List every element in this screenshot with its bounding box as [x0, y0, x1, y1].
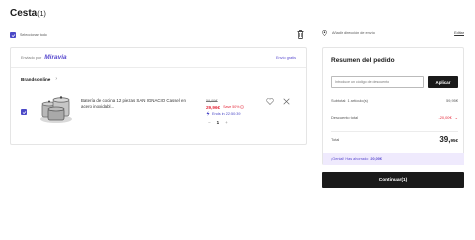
savings-banner-label: ¡Genial! Has ahorrado	[331, 157, 369, 161]
decrease-button[interactable]: −	[208, 120, 211, 125]
location-pin-icon	[322, 30, 327, 36]
add-address-label[interactable]: Añadir dirección de envío	[332, 31, 375, 35]
savings-banner-value: 20,00€	[370, 157, 382, 161]
check-icon	[22, 110, 26, 114]
discount-label: Descuento total	[331, 115, 359, 120]
savings-banner: ¡Genial! Has ahorrado 20,00€	[323, 153, 464, 165]
continue-button[interactable]: Continuar(1)	[322, 172, 464, 188]
trash-icon[interactable]	[297, 30, 304, 39]
savings-label: Save 50%	[223, 105, 240, 109]
seller-header: Enviado por Miravia Envío gratis	[11, 48, 306, 68]
original-price: 59,95€	[206, 99, 218, 103]
sent-by-label: Enviado por	[21, 55, 42, 60]
cart-count: (1)	[37, 11, 46, 18]
select-all-checkbox[interactable]	[10, 32, 16, 38]
store-link[interactable]: Brandsonline ›	[21, 76, 57, 82]
current-price: 29,96€	[206, 104, 221, 110]
product-name[interactable]: Batería de cocina 12 piezas SAN IGNACIO …	[81, 98, 197, 110]
free-shipping-label: Envío gratis	[275, 55, 296, 60]
quantity-value: 1	[216, 120, 220, 125]
quantity-stepper: − 1 +	[208, 120, 228, 125]
discount-row[interactable]: Descuento total -20,00€ ⌄	[331, 115, 458, 120]
subtotal-row: Subtotal: 1 artículo(s) 59,95€	[331, 98, 458, 103]
summary-title: Resumen del pedido	[331, 57, 395, 64]
item-checkbox[interactable]	[21, 109, 27, 115]
close-icon[interactable]	[283, 98, 290, 105]
lightning-icon	[206, 111, 210, 116]
page-title: Cesta(1)	[10, 8, 46, 19]
total-value: 39,95€	[439, 135, 458, 144]
product-image[interactable]	[36, 89, 76, 129]
marketplace-logo: Miravia	[44, 54, 67, 61]
discount-value: -20,00€	[438, 115, 452, 120]
select-all-row: Seleccionar todo	[10, 29, 308, 41]
store-name: Brandsonline	[21, 76, 51, 82]
increase-button[interactable]: +	[225, 120, 228, 125]
info-icon[interactable]	[240, 105, 245, 109]
coupon-input[interactable]: Introduce un código de descuento	[331, 76, 424, 88]
subtotal-label: Subtotal: 1 artículo(s)	[331, 98, 368, 103]
select-all-label[interactable]: Seleccionar todo	[20, 33, 47, 37]
seller-card: Enviado por Miravia Envío gratis Brandso…	[10, 47, 307, 145]
chevron-right-icon: ›	[55, 76, 58, 82]
apply-coupon-button[interactable]: Aplicar	[428, 76, 458, 88]
divider	[331, 131, 458, 132]
discount-value-group: -20,00€ ⌄	[438, 115, 458, 120]
check-icon	[11, 33, 15, 37]
countdown-row: Ends in 22:50:39	[206, 111, 241, 116]
total-label: Total	[331, 137, 340, 142]
chevron-down-icon: ⌄	[454, 115, 458, 120]
total-row: Total 39,95€	[331, 135, 458, 144]
countdown-label: Ends in 22:50:39	[212, 111, 241, 116]
heart-icon[interactable]	[266, 98, 274, 105]
order-summary: Resumen del pedido Introduce un código d…	[322, 47, 464, 165]
subtotal-value: 59,95€	[446, 98, 458, 103]
current-price-row: 29,96€ Save 50%	[206, 104, 245, 110]
address-row: Añadir dirección de envío Editar	[322, 30, 464, 36]
edit-address-link[interactable]: Editar	[454, 31, 464, 35]
